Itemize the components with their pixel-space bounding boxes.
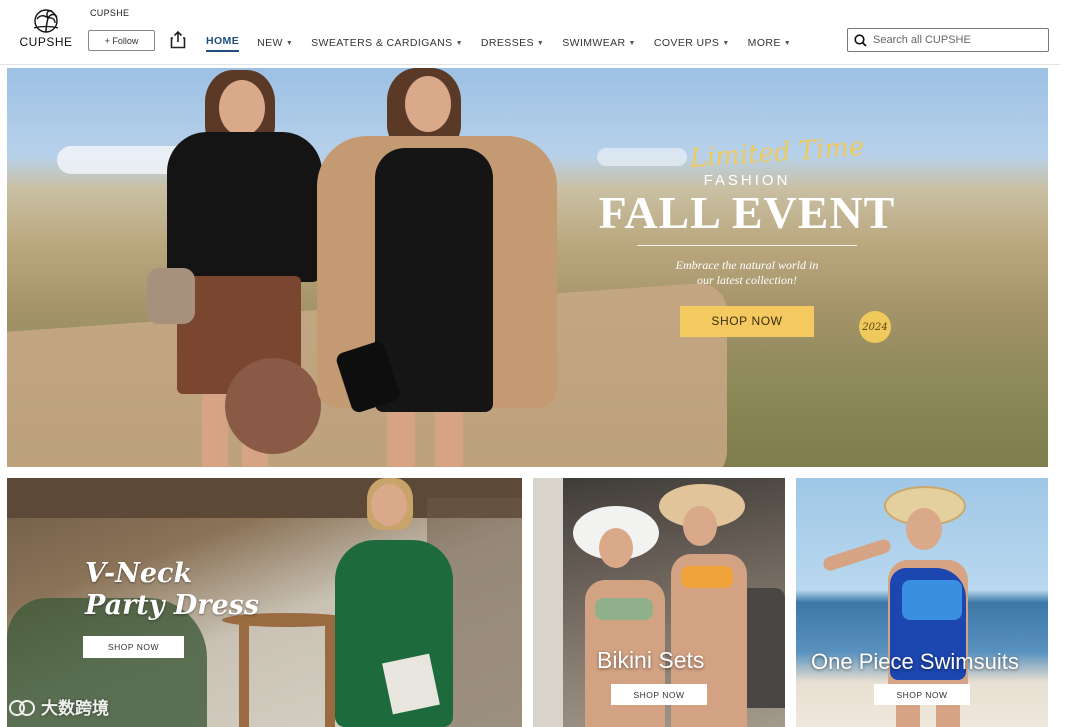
caret-down-icon: ▼ [455, 39, 463, 47]
nav-label: SWEATERS & CARDIGANS [311, 37, 453, 49]
hero-banner[interactable]: Limited Time FASHION FALL EVENT 2024 Emb… [7, 68, 1048, 467]
tile-bikini-sets[interactable]: Bikini Sets SHOP NOW [533, 478, 785, 727]
tile-title: V-Neck Party Dress [85, 558, 259, 622]
nav-label: COVER UPS [653, 37, 720, 49]
nav-swimwear[interactable]: SWIMWEAR ▼ [562, 34, 636, 52]
caret-down-icon: ▼ [536, 39, 545, 47]
hero-divider [637, 245, 857, 246]
hero-tagline: Embrace the natural world in our latest … [567, 258, 927, 288]
store-header: CUPSHE CUPSHE + Follow HOME NEW ▼ SWEATER… [0, 0, 1060, 65]
watermark-logo-icon [9, 699, 35, 716]
nav-cover-ups[interactable]: COVER UPS ▼ [654, 34, 730, 52]
year-badge: 2024 [859, 311, 891, 343]
palm-tree-icon [33, 9, 59, 33]
nav-sweaters-cardigans[interactable]: SWEATERS & CARDIGANS ▼ [311, 34, 463, 52]
tile-shop-now-button[interactable]: SHOP NOW [83, 636, 184, 658]
tile-title: One Piece Swimsuits [811, 649, 1019, 674]
model-left-figure [147, 68, 327, 467]
nav-more[interactable]: MORE ▼ [748, 34, 791, 52]
nav-label: SWIMWEAR [562, 37, 626, 49]
search-icon [854, 33, 867, 47]
tile-title: Bikini Sets [597, 647, 705, 673]
nav-label: DRESSES [480, 37, 534, 49]
hero-title: FALL EVENT [598, 187, 896, 238]
tile-title-line2: Party Dress [85, 590, 260, 621]
watermark: 大数跨境 [8, 694, 109, 719]
watermark-text: 大数跨境 [41, 699, 109, 718]
follow-button[interactable]: + Follow [88, 30, 155, 51]
hero-tagline-line2: our latest collection! [697, 273, 797, 287]
hero-tagline-line1: Embrace the natural world in [675, 258, 819, 272]
tile-title-line1: V-Neck [85, 558, 193, 589]
caret-down-icon: ▼ [783, 39, 792, 47]
nav-label: HOME [206, 35, 240, 47]
caret-down-icon: ▼ [722, 39, 730, 47]
nav-new[interactable]: NEW ▼ [257, 34, 293, 52]
store-search[interactable] [847, 28, 1049, 52]
caret-down-icon: ▼ [285, 39, 294, 47]
brand-logo[interactable]: CUPSHE [18, 8, 74, 56]
model-green-dress [325, 478, 465, 727]
nav-home[interactable]: HOME [206, 35, 240, 52]
tile-one-piece-swimsuits[interactable]: One Piece Swimsuits SHOP NOW [796, 478, 1048, 727]
hero-script-title: Limited Time [688, 131, 866, 175]
tile-shop-now-button[interactable]: SHOP NOW [874, 684, 970, 705]
model-right-figure [317, 68, 567, 467]
share-icon[interactable] [170, 31, 186, 49]
tile-vneck-party-dress[interactable]: V-Neck Party Dress SHOP NOW [7, 478, 522, 727]
hero-headline-group: Limited Time FASHION FALL EVENT 2024 Emb… [567, 132, 927, 343]
main-nav: HOME NEW ▼ SWEATERS & CARDIGANS ▼ DRESSES ▼… [206, 34, 809, 52]
hero-shop-now-button[interactable]: SHOP NOW [680, 306, 814, 337]
nav-label: NEW [257, 37, 283, 49]
store-name: CUPSHE [90, 8, 130, 18]
caret-down-icon: ▼ [628, 39, 636, 47]
nav-dresses[interactable]: DRESSES ▼ [481, 34, 544, 52]
tile-shop-now-button[interactable]: SHOP NOW [611, 684, 707, 705]
curtain-decoration [533, 478, 563, 727]
logo-wordmark: CUPSHE [19, 35, 73, 49]
search-input[interactable] [873, 34, 1033, 46]
nav-label: MORE [747, 37, 781, 49]
